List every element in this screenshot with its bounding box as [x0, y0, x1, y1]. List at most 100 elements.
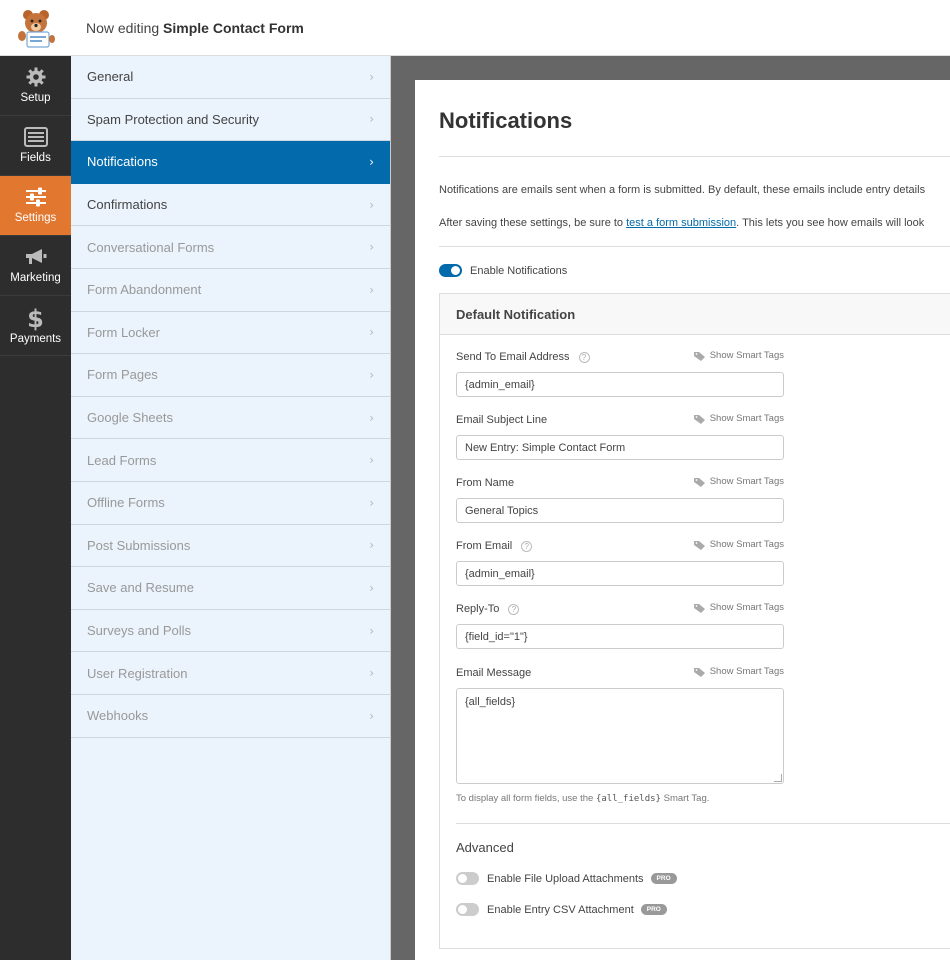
- panel-item-form-abandonment[interactable]: Form Abandonment ›: [71, 269, 390, 312]
- rail-label-setup: Setup: [20, 92, 51, 104]
- chevron-right-icon: ›: [369, 325, 374, 340]
- panel-item-label: Save and Resume: [87, 580, 194, 596]
- fields-icon: [23, 127, 48, 147]
- show-smart-tags-link[interactable]: Show Smart Tags: [693, 539, 784, 550]
- panel-item-form-locker[interactable]: Form Locker ›: [71, 312, 390, 355]
- file-upload-attachments-row: Enable File Upload Attachments PRO: [456, 872, 677, 885]
- subject-field: Email Subject Line Show Smart Tags New E…: [456, 413, 784, 460]
- panel-item-label: Webhooks: [87, 708, 149, 724]
- smart-tags-label: Show Smart Tags: [709, 666, 784, 677]
- resize-handle[interactable]: [774, 774, 782, 782]
- top-bar: Now editing Simple Contact Form: [0, 0, 950, 56]
- panel-item-label: User Registration: [87, 665, 188, 681]
- rail-item-fields[interactable]: Fields: [0, 116, 71, 176]
- reply-to-input[interactable]: {field_id="1"}: [456, 624, 784, 649]
- reply-to-label: Reply-To: [456, 603, 500, 615]
- smart-tags-label: Show Smart Tags: [709, 413, 784, 424]
- divider: [456, 823, 950, 824]
- reply-to-field: Reply-To ? Show Smart Tags {field_id="1"…: [456, 602, 784, 649]
- panel-item-lead-forms[interactable]: Lead Forms ›: [71, 439, 390, 482]
- panel-item-label: Form Locker: [87, 324, 160, 340]
- builder-nav-rail: Setup Fields Settings Marketing $ Paymen…: [0, 56, 71, 960]
- panel-item-surveys-and-polls[interactable]: Surveys and Polls ›: [71, 610, 390, 653]
- chevron-right-icon: ›: [369, 580, 374, 595]
- subject-input[interactable]: New Entry: Simple Contact Form: [456, 435, 784, 460]
- entry-csv-attachment-row: Enable Entry CSV Attachment PRO: [456, 903, 667, 916]
- panel-item-label: Notifications: [87, 154, 158, 170]
- tag-icon: [693, 414, 705, 424]
- help-icon[interactable]: ?: [578, 351, 590, 363]
- help-icon[interactable]: ?: [508, 603, 520, 615]
- entry-csv-attachment-toggle[interactable]: [456, 903, 479, 916]
- enable-notifications-row: Enable Notifications: [439, 264, 567, 277]
- rail-label-payments: Payments: [9, 332, 62, 345]
- panel-item-user-registration[interactable]: User Registration ›: [71, 652, 390, 695]
- panel-item-label: Spam Protection and Security: [87, 111, 259, 127]
- pro-badge: PRO: [650, 873, 677, 884]
- rail-item-settings[interactable]: Settings: [0, 176, 71, 236]
- gear-icon: [26, 67, 45, 87]
- divider: [439, 246, 950, 247]
- page-title: Notifications: [439, 108, 573, 133]
- panel-item-save-and-resume[interactable]: Save and Resume ›: [71, 567, 390, 610]
- rail-item-marketing[interactable]: Marketing: [0, 236, 71, 296]
- rail-item-payments[interactable]: $ Payments: [0, 296, 71, 356]
- panel-item-conversational-forms[interactable]: Conversational Forms ›: [71, 226, 390, 269]
- send-to-input[interactable]: {admin_email}: [456, 372, 784, 397]
- from-email-label: From Email: [456, 540, 513, 552]
- smart-tags-label: Show Smart Tags: [709, 602, 784, 613]
- after-saving-text: After saving these settings, be sure to …: [439, 217, 924, 229]
- test-submission-link[interactable]: test a form submission: [626, 217, 736, 229]
- chevron-right-icon: ›: [369, 410, 374, 425]
- from-email-input[interactable]: {admin_email}: [456, 561, 784, 586]
- chevron-right-icon: ›: [369, 367, 374, 382]
- show-smart-tags-link[interactable]: Show Smart Tags: [693, 602, 784, 613]
- panel-item-post-submissions[interactable]: Post Submissions ›: [71, 525, 390, 568]
- help-icon[interactable]: ?: [521, 540, 533, 552]
- settings-panel-list: General › Spam Protection and Security ›…: [71, 56, 391, 960]
- wpforms-logo[interactable]: [0, 0, 71, 56]
- panel-item-offline-forms[interactable]: Offline Forms ›: [71, 482, 390, 525]
- panel-item-notifications[interactable]: Notifications ›: [71, 141, 390, 184]
- smart-tags-label: Show Smart Tags: [709, 350, 784, 361]
- divider: [439, 156, 950, 157]
- hint-prefix: To display all form fields, use the: [456, 793, 594, 804]
- panel-item-form-pages[interactable]: Form Pages ›: [71, 354, 390, 397]
- show-smart-tags-link[interactable]: Show Smart Tags: [693, 413, 784, 424]
- megaphone-icon: [25, 249, 46, 264]
- panel-item-google-sheets[interactable]: Google Sheets ›: [71, 397, 390, 440]
- from-name-field: From Name Show Smart Tags General Topics: [456, 476, 784, 523]
- show-smart-tags-link[interactable]: Show Smart Tags: [693, 350, 784, 361]
- chevron-right-icon: ›: [369, 197, 374, 212]
- smart-tags-label: Show Smart Tags: [709, 476, 784, 487]
- panel-item-confirmations[interactable]: Confirmations ›: [71, 184, 390, 227]
- chevron-right-icon: ›: [369, 623, 374, 638]
- chevron-right-icon: ›: [369, 282, 374, 297]
- after-prefix: After saving these settings, be sure to: [439, 217, 624, 229]
- now-editing-title: Now editing Simple Contact Form: [86, 20, 304, 36]
- enable-notifications-toggle[interactable]: [439, 264, 462, 277]
- panel-item-webhooks[interactable]: Webhooks ›: [71, 695, 390, 738]
- show-smart-tags-link[interactable]: Show Smart Tags: [693, 476, 784, 487]
- panel-item-spam-protection[interactable]: Spam Protection and Security ›: [71, 99, 390, 142]
- send-to-label: Send To Email Address: [456, 351, 570, 363]
- chevron-right-icon: ›: [369, 240, 374, 255]
- dollar-icon: $: [27, 304, 44, 333]
- panel-item-general[interactable]: General ›: [71, 56, 390, 99]
- chevron-right-icon: ›: [369, 69, 374, 84]
- email-message-textarea[interactable]: {all_fields}: [456, 688, 784, 784]
- notifications-panel: Notifications Notifications are emails s…: [415, 80, 950, 960]
- rail-item-setup[interactable]: Setup: [0, 56, 71, 116]
- from-name-input[interactable]: General Topics: [456, 498, 784, 523]
- default-notification-block: Default Notification Send To Email Addre…: [439, 293, 950, 949]
- show-smart-tags-link[interactable]: Show Smart Tags: [693, 666, 784, 677]
- tag-icon: [693, 540, 705, 550]
- chevron-right-icon: ›: [369, 154, 374, 169]
- bear-mascot-icon: [17, 9, 55, 48]
- panel-item-label: General: [87, 69, 134, 85]
- intro-text: Notifications are emails sent when a for…: [439, 184, 926, 196]
- file-upload-attachments-toggle[interactable]: [456, 872, 479, 885]
- rail-label-settings: Settings: [14, 212, 57, 224]
- rail-label-marketing: Marketing: [10, 272, 61, 284]
- tag-icon: [693, 603, 705, 613]
